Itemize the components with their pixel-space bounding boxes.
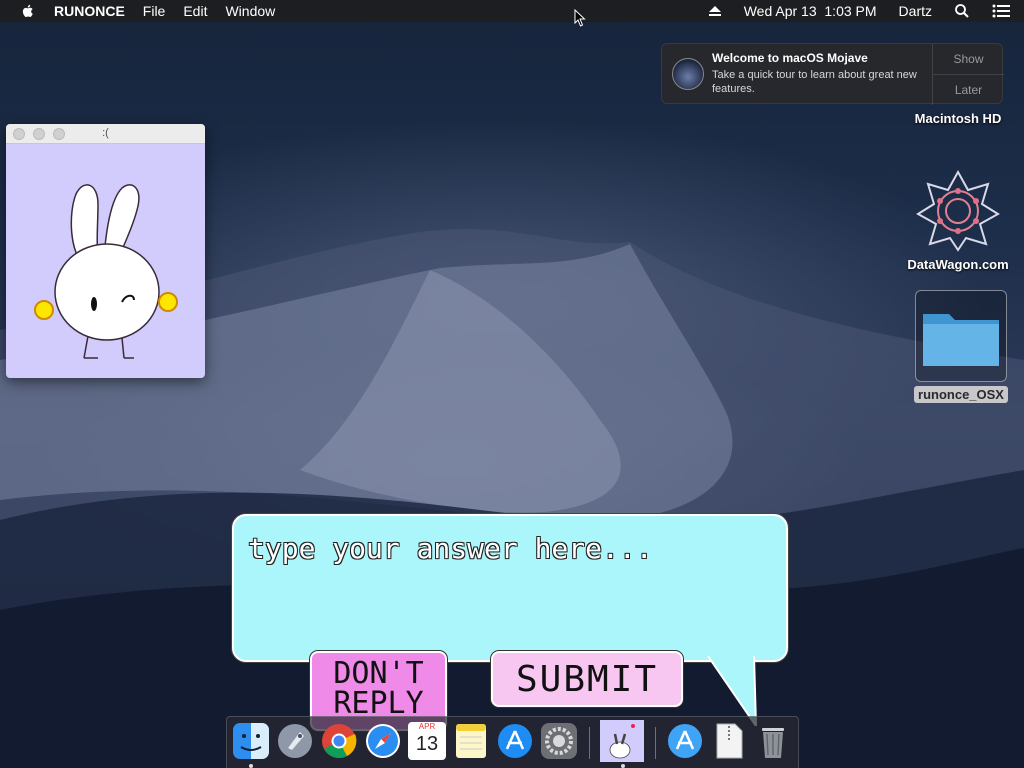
desktop-icon-datawagon[interactable]: DataWagon.com [903,168,1013,273]
bunny-character [34,184,178,359]
notification-later-button[interactable]: Later [933,75,1004,105]
window-title: :( [102,127,109,139]
menu-clock[interactable]: Wed Apr 13 1:03 PM [744,3,877,19]
dock: APR 13 [226,716,799,768]
notification-body: Take a quick tour to learn about great n… [712,69,917,95]
answer-bubble [232,514,788,662]
launchpad-icon[interactable] [276,722,314,760]
dock-divider [589,727,590,759]
app-store-icon[interactable] [496,722,534,760]
finder-icon[interactable] [232,722,270,760]
menu-file[interactable]: File [143,3,166,19]
app-store-downloads-icon[interactable] [666,722,704,760]
folder-icon [923,314,999,366]
notes-icon[interactable] [452,722,490,760]
runonce-app-icon[interactable] [600,720,644,762]
zip-archive-icon[interactable] [710,722,748,760]
running-indicator [621,764,625,768]
dock-divider [655,727,656,759]
datawagon-logo-icon [916,169,1000,252]
window-titlebar[interactable]: :( [6,124,205,144]
menu-user[interactable]: Dartz [899,3,932,19]
trash-icon[interactable] [754,722,792,760]
desktop-icon-label: runonce_OSX [914,386,1008,403]
bunny-window[interactable]: :( [6,124,205,378]
answer-input[interactable] [248,530,768,566]
calendar-icon[interactable]: APR 13 [408,722,446,760]
submit-button[interactable]: SUBMIT [491,651,683,707]
notification-title: Welcome to macOS Mojave [712,51,868,65]
chrome-icon[interactable] [320,722,358,760]
desktop-icon-label: DataWagon.com [907,257,1009,272]
menu-edit[interactable]: Edit [183,3,207,19]
calendar-day: 13 [415,733,439,755]
desktop-icon-label: Macintosh HD [914,111,1002,126]
spotlight-search-icon[interactable] [954,3,970,19]
mojave-app-icon [672,58,704,90]
menu-app-name[interactable]: RUNONCE [54,3,125,19]
running-indicator [249,764,253,768]
apple-icon[interactable] [20,3,36,19]
notification-banner[interactable]: Welcome to macOS Mojave Take a quick tou… [661,43,1004,105]
menu-bar: RUNONCE File Edit Window Wed Apr 13 1:03… [0,0,1024,22]
desktop-icon-runonce-folder[interactable]: runonce_OSX [906,290,1016,403]
eject-icon[interactable] [708,5,722,17]
menu-window[interactable]: Window [225,3,275,19]
safari-icon[interactable] [364,722,402,760]
notification-show-button[interactable]: Show [933,44,1004,74]
system-preferences-icon[interactable] [540,722,578,760]
calendar-month: APR [418,722,436,731]
notification-center-icon[interactable] [992,4,1010,18]
mouse-cursor-icon [574,9,586,27]
